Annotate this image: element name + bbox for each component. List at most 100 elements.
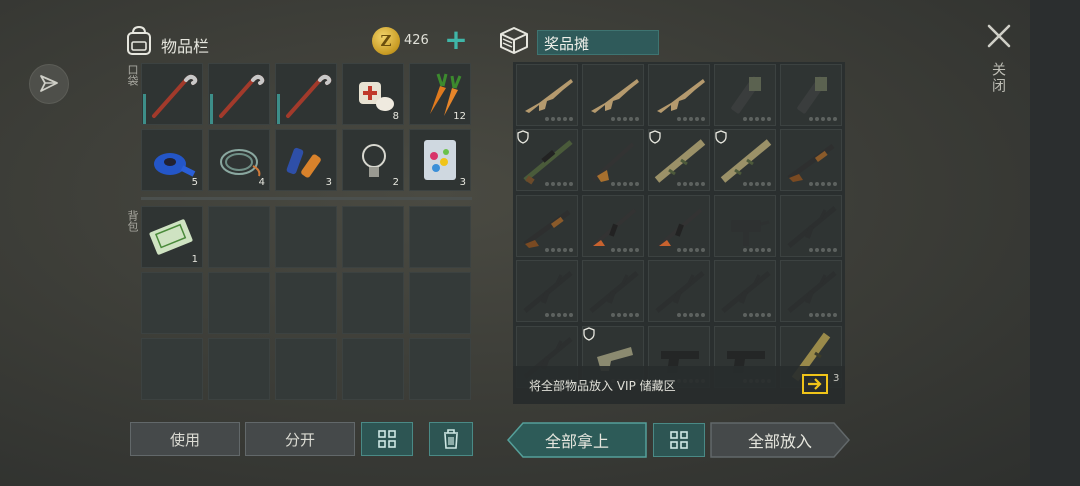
durability-bar xyxy=(277,94,280,124)
pocket-slot[interactable] xyxy=(141,63,203,125)
pocket-slot[interactable] xyxy=(208,63,270,125)
pocket-slot[interactable]: 3 xyxy=(275,129,337,191)
backpack-slot[interactable] xyxy=(275,206,337,268)
stash-slot[interactable] xyxy=(516,129,578,191)
crowbar-icon xyxy=(286,74,332,118)
stash-panel xyxy=(513,62,845,404)
stash-slot[interactable] xyxy=(516,64,578,126)
backpack-slot[interactable] xyxy=(409,206,471,268)
use-button[interactable]: 使用 xyxy=(130,422,240,456)
stash-slot[interactable] xyxy=(648,195,710,257)
quality-dots xyxy=(611,248,639,252)
grid-sort-icon xyxy=(670,431,688,449)
use-button-label: 使用 xyxy=(169,430,200,449)
item-count: 5 xyxy=(191,177,198,188)
stash-slot[interactable] xyxy=(714,64,776,126)
durability-bar xyxy=(143,94,146,124)
quality-dots xyxy=(743,248,771,252)
item-count: 8 xyxy=(392,111,399,122)
stash-slot[interactable] xyxy=(582,195,644,257)
stash-slot[interactable] xyxy=(516,195,578,257)
put-all-label: 全部放入 xyxy=(747,432,812,451)
item-count: 12 xyxy=(453,111,466,122)
stash-slot[interactable] xyxy=(516,260,578,322)
crowbar-icon xyxy=(219,74,265,118)
send-button[interactable] xyxy=(29,64,69,104)
quality-dots xyxy=(809,248,837,252)
pocket-slot[interactable] xyxy=(275,63,337,125)
quality-dots xyxy=(545,248,573,252)
backpack-slot[interactable] xyxy=(342,272,404,334)
stash-slot[interactable] xyxy=(780,195,842,257)
pocket-label: 口袋 xyxy=(126,64,139,86)
backpack-slot[interactable] xyxy=(275,338,337,400)
stash-slot[interactable] xyxy=(780,129,842,191)
quality-dots xyxy=(545,182,573,186)
shield-icon xyxy=(649,130,661,144)
stash-slot[interactable] xyxy=(648,260,710,322)
sort-inventory-button[interactable] xyxy=(361,422,413,456)
coin-icon: Z xyxy=(372,27,400,55)
pocket-slot[interactable]: 5 xyxy=(141,129,203,191)
backpack-slot[interactable] xyxy=(409,272,471,334)
quality-dots xyxy=(743,117,771,121)
stash-slot[interactable] xyxy=(780,260,842,322)
backpack-slot[interactable] xyxy=(141,338,203,400)
stash-slot[interactable] xyxy=(714,195,776,257)
add-coins-button[interactable]: + xyxy=(444,26,468,54)
quality-dots xyxy=(545,117,573,121)
section-divider xyxy=(141,197,472,200)
put-all-button[interactable]: 全部放入 xyxy=(710,422,850,458)
shield-icon xyxy=(517,130,529,144)
quality-dots xyxy=(743,182,771,186)
quality-dots xyxy=(743,313,771,317)
pocket-slot[interactable]: 2 xyxy=(342,129,404,191)
quality-dots xyxy=(677,117,705,121)
quality-dots xyxy=(677,248,705,252)
stash-slot[interactable] xyxy=(714,260,776,322)
sort-stash-button[interactable] xyxy=(653,423,705,457)
pocket-slot[interactable]: 4 xyxy=(208,129,270,191)
stash-slot[interactable] xyxy=(582,260,644,322)
pocket-slot[interactable]: 3 xyxy=(409,129,471,191)
backpack-slot[interactable] xyxy=(342,206,404,268)
backpack-label: 背包 xyxy=(126,210,139,232)
item-count: 4 xyxy=(258,177,265,188)
item-count: 1 xyxy=(191,254,198,265)
backpack-slot[interactable] xyxy=(275,272,337,334)
vip-count: 3 xyxy=(833,373,840,384)
delete-button[interactable] xyxy=(429,422,473,456)
vip-storage-bar[interactable]: 将全部物品放入 VIP 储藏区 xyxy=(513,366,845,404)
stash-slot[interactable] xyxy=(780,64,842,126)
take-all-button[interactable]: 全部拿上 xyxy=(507,422,647,458)
backpack-slot[interactable] xyxy=(342,338,404,400)
stash-slot[interactable] xyxy=(648,129,710,191)
arrow-right-icon[interactable] xyxy=(802,374,828,394)
quality-dots xyxy=(677,182,705,186)
right-edge-panel xyxy=(1030,0,1080,486)
close-button[interactable] xyxy=(985,22,1013,50)
backpack-slot[interactable]: 1 xyxy=(141,206,203,268)
quality-dots xyxy=(809,313,837,317)
pocket-slot[interactable]: 8 xyxy=(342,63,404,125)
backpack-slot[interactable] xyxy=(141,272,203,334)
quality-dots xyxy=(809,117,837,121)
trash-icon xyxy=(444,429,458,449)
backpack-slot[interactable] xyxy=(409,338,471,400)
stash-slot[interactable] xyxy=(582,64,644,126)
backpack-slot[interactable] xyxy=(208,338,270,400)
stash-slot[interactable] xyxy=(582,129,644,191)
close-label[interactable]: 关闭 xyxy=(990,62,1008,94)
split-button[interactable]: 分开 xyxy=(245,422,355,456)
split-button-label: 分开 xyxy=(284,430,315,449)
durability-bar xyxy=(210,94,213,124)
backpack-slot[interactable] xyxy=(208,272,270,334)
pocket-slot[interactable]: 12 xyxy=(409,63,471,125)
grid-sort-icon xyxy=(378,430,396,448)
backpack-slot[interactable] xyxy=(208,206,270,268)
vip-storage-text: 将全部物品放入 VIP 储藏区 xyxy=(529,379,676,393)
stash-slot[interactable] xyxy=(648,64,710,126)
prize-box-icon xyxy=(500,27,528,54)
quality-dots xyxy=(545,313,573,317)
stash-slot[interactable] xyxy=(714,129,776,191)
